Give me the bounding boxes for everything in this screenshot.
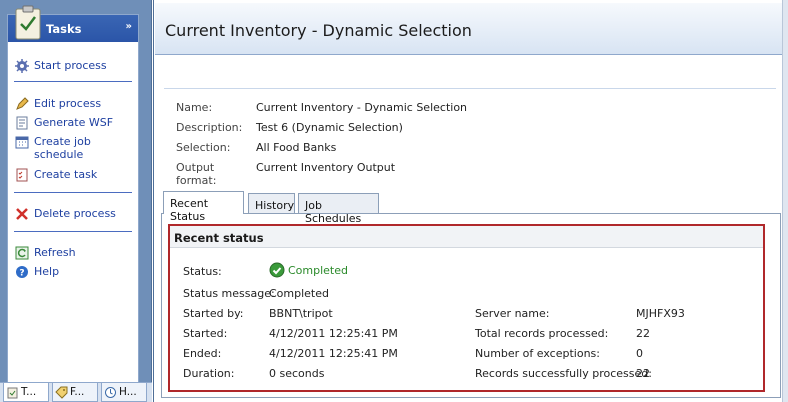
total-records-value: 22 xyxy=(636,327,650,340)
started-by-label: Started by: xyxy=(183,307,244,320)
main-content: Current Inventory - Dynamic Selection Na… xyxy=(153,0,788,402)
help-link[interactable]: ? Help xyxy=(15,265,59,279)
tab-folders-short[interactable]: F... xyxy=(52,383,98,402)
document-icon xyxy=(16,116,28,130)
edit-process-label: Edit process xyxy=(34,97,102,110)
calendar-icon xyxy=(15,136,29,149)
tag-icon xyxy=(55,386,68,399)
help-label: Help xyxy=(34,265,60,278)
checklist-icon xyxy=(16,168,28,182)
selection-value: All Food Banks xyxy=(256,141,337,154)
selection-label: Selection: xyxy=(176,141,231,154)
create-task-link[interactable]: Create task xyxy=(15,168,97,182)
generate-wsf-link[interactable]: Generate WSF xyxy=(15,116,113,130)
ended-label: Ended: xyxy=(183,347,222,360)
duration-value: 0 seconds xyxy=(269,367,325,380)
delete-process-label: Delete process xyxy=(34,207,116,220)
history-icon xyxy=(105,386,116,398)
refresh-icon xyxy=(15,246,29,260)
records-success-label: Records successfully processed: xyxy=(475,367,652,380)
create-job-schedule-link[interactable]: Create job schedule xyxy=(15,135,95,161)
tab-history-short[interactable]: H... xyxy=(101,383,147,402)
tab-label: H... xyxy=(119,386,137,398)
collapse-icon[interactable]: » xyxy=(126,21,132,32)
delete-x-icon xyxy=(16,208,28,220)
generate-wsf-label: Generate WSF xyxy=(34,116,114,129)
duration-label: Duration: xyxy=(183,367,235,380)
status-value: Completed xyxy=(288,263,348,277)
output-format-label: Output format: xyxy=(176,161,217,187)
start-process-label: Start process xyxy=(34,59,107,72)
divider xyxy=(14,231,132,232)
page-title: Current Inventory - Dynamic Selection xyxy=(165,21,472,40)
help-icon: ? xyxy=(16,266,28,279)
started-by-value: BBNT\tripot xyxy=(269,307,333,320)
tab-job-schedules[interactable]: Job Schedules xyxy=(298,193,379,225)
refresh-link[interactable]: Refresh xyxy=(15,246,76,260)
description-value: Test 6 (Dynamic Selection) xyxy=(256,121,403,134)
started-value: 4/12/2011 12:25:41 PM xyxy=(269,327,398,340)
tab-label: T... xyxy=(21,386,37,398)
pencil-icon xyxy=(16,97,29,110)
tab-recent-status[interactable]: Recent Status xyxy=(163,191,244,223)
total-records-label: Total records processed: xyxy=(475,327,609,340)
server-name-label: Server name: xyxy=(475,307,550,320)
divider xyxy=(14,81,132,82)
name-value: Current Inventory - Dynamic Selection xyxy=(256,101,468,114)
check-circle-icon xyxy=(269,262,285,278)
edit-process-link[interactable]: Edit process xyxy=(15,97,101,111)
clipboard-icon xyxy=(7,387,18,398)
description-label: Description: xyxy=(176,121,243,134)
gear-icon xyxy=(15,59,29,73)
tasks-title: Tasks xyxy=(46,22,82,36)
refresh-label: Refresh xyxy=(34,246,76,259)
name-label: Name: xyxy=(176,101,213,114)
status-value-group: Completed xyxy=(269,262,348,278)
divider xyxy=(14,192,132,193)
clipboard-icon xyxy=(15,5,41,40)
title-bar: Current Inventory - Dynamic Selection xyxy=(155,3,784,55)
tab-history[interactable]: History xyxy=(248,193,295,213)
ended-value: 4/12/2011 12:25:41 PM xyxy=(269,347,398,360)
tab-label: F... xyxy=(70,386,85,398)
status-message-label: Status message: xyxy=(183,287,275,300)
svg-text:?: ? xyxy=(19,269,24,279)
tasks-sidebar: Tasks » Start process Edit process Gener… xyxy=(0,0,152,402)
exceptions-label: Number of exceptions: xyxy=(475,347,600,360)
status-label: Status: xyxy=(183,265,222,278)
sidebar-bottom-tabs: T... F... H... xyxy=(0,382,152,402)
exceptions-value: 0 xyxy=(636,347,643,360)
server-name-value: MJHFX93 xyxy=(636,307,685,320)
tasks-panel: Tasks » Start process Edit process Gener… xyxy=(7,14,139,384)
output-format-value: Current Inventory Output xyxy=(256,161,396,174)
status-message-value: Completed xyxy=(269,287,329,300)
start-process-link[interactable]: Start process xyxy=(15,59,107,73)
divider xyxy=(164,88,776,89)
create-job-schedule-label: Create job schedule xyxy=(34,135,91,161)
scrollbar[interactable] xyxy=(782,0,788,402)
started-label: Started: xyxy=(183,327,228,340)
records-success-value: 22 xyxy=(636,367,650,380)
app-window: Tasks » Start process Edit process Gener… xyxy=(0,0,788,402)
tab-tasks-short[interactable]: T... xyxy=(3,383,49,402)
delete-process-link[interactable]: Delete process xyxy=(15,207,116,221)
create-task-label: Create task xyxy=(34,168,98,181)
